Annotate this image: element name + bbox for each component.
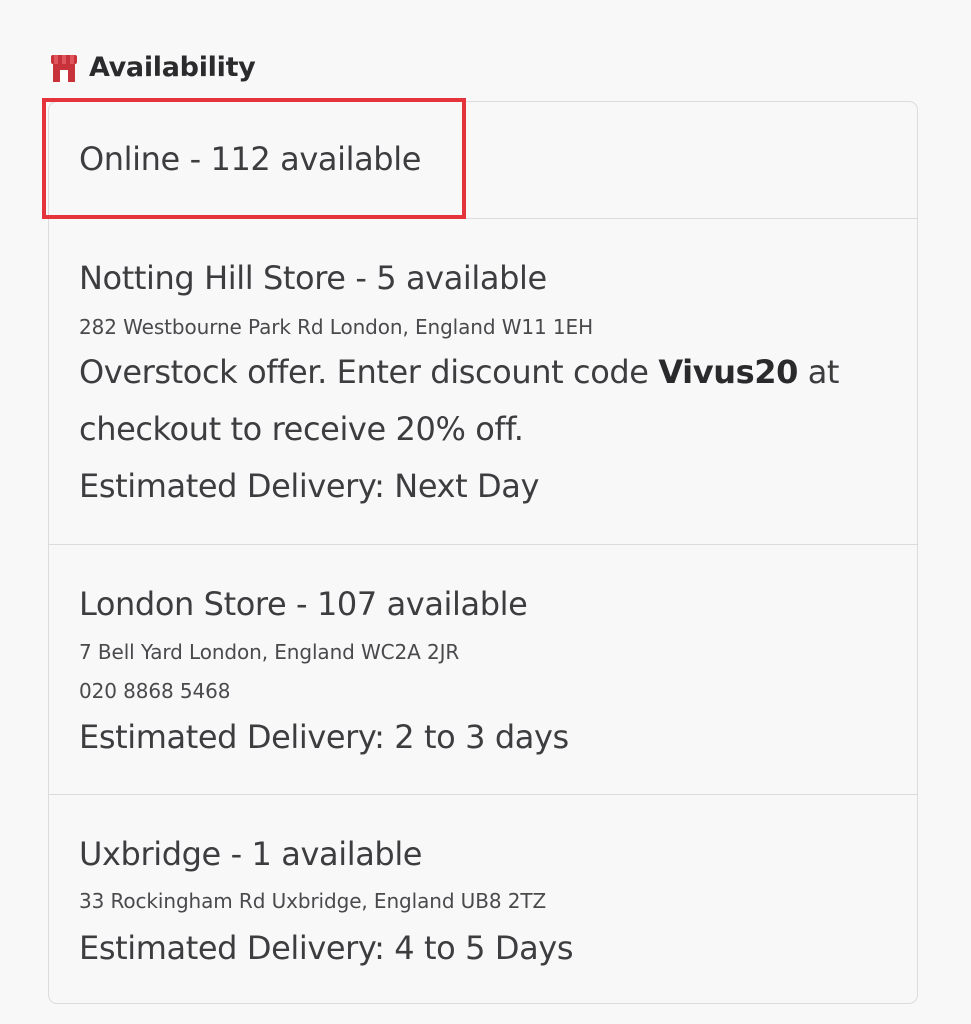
store-phone: 020 8868 5468 bbox=[79, 679, 231, 703]
availability-panel: Online - 112 available Notting Hill Stor… bbox=[48, 101, 918, 1004]
availability-title: Availability bbox=[89, 52, 256, 83]
estimated-delivery: Estimated Delivery: Next Day bbox=[79, 467, 539, 505]
offer-text-line2: checkout to receive 20% off. bbox=[79, 410, 524, 448]
store-row-notting-hill[interactable]: Notting Hill Store - 5 available 282 Wes… bbox=[49, 218, 917, 545]
store-address: 7 Bell Yard London, England WC2A 2JR bbox=[79, 640, 460, 664]
online-availability-row[interactable]: Online - 112 available bbox=[49, 102, 917, 218]
online-availability-label: Online - 112 available bbox=[79, 140, 421, 178]
offer-text: Overstock offer. Enter discount code Viv… bbox=[79, 353, 839, 391]
store-row-london[interactable]: London Store - 107 available 7 Bell Yard… bbox=[49, 544, 917, 795]
store-name: London Store - 107 available bbox=[79, 585, 528, 623]
estimated-delivery: Estimated Delivery: 4 to 5 Days bbox=[79, 929, 574, 967]
store-address: 282 Westbourne Park Rd London, England W… bbox=[79, 315, 594, 339]
offer-prefix: Overstock offer. Enter discount code bbox=[79, 353, 659, 391]
store-row-uxbridge[interactable]: Uxbridge - 1 available 33 Rockingham Rd … bbox=[49, 794, 917, 1005]
store-icon bbox=[51, 54, 77, 82]
estimated-delivery: Estimated Delivery: 2 to 3 days bbox=[79, 718, 569, 756]
discount-code: Vivus20 bbox=[658, 353, 798, 391]
offer-suffix: at bbox=[797, 353, 840, 391]
store-address: 33 Rockingham Rd Uxbridge, England UB8 2… bbox=[79, 889, 547, 913]
store-name: Notting Hill Store - 5 available bbox=[79, 259, 547, 297]
store-name: Uxbridge - 1 available bbox=[79, 835, 423, 873]
availability-header: Availability bbox=[50, 52, 256, 83]
